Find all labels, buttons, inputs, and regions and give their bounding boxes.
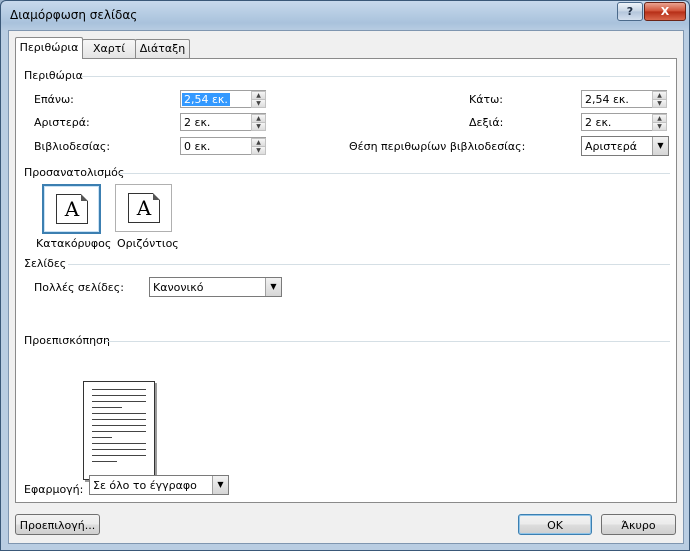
left-margin-value[interactable]: 2 εκ. xyxy=(184,116,210,129)
separator xyxy=(82,76,670,77)
apply-to-value: Σε όλο το έγγραφο xyxy=(93,479,197,492)
chevron-down-icon[interactable]: ▼ xyxy=(265,278,281,296)
dialog-client: Περιθώρια Χαρτί Διάταξη Περιθώρια Επάνω:… xyxy=(8,30,684,544)
spin-down-icon[interactable]: ▼ xyxy=(251,122,266,131)
multiple-pages-select[interactable]: Κανονικό ▼ xyxy=(149,277,282,297)
portrait-label: Κατακόρυφος xyxy=(36,237,112,250)
bottom-margin-label: Κάτω: xyxy=(469,93,504,106)
portrait-page-icon: A xyxy=(56,194,88,224)
chevron-down-icon[interactable]: ▼ xyxy=(212,476,228,494)
multiple-pages-value: Κανονικό xyxy=(153,281,204,294)
gutter-position-select[interactable]: Αριστερά ▼ xyxy=(581,136,669,156)
top-margin-label: Επάνω: xyxy=(34,93,74,106)
gutter-position-value: Αριστερά xyxy=(585,140,638,153)
bottom-margin-value[interactable]: 2,54 εκ. xyxy=(585,93,629,106)
spin-down-icon[interactable]: ▼ xyxy=(652,122,667,131)
left-margin-label: Αριστερά: xyxy=(34,116,90,129)
spin-down-icon[interactable]: ▼ xyxy=(251,99,266,108)
gutter-value[interactable]: 0 εκ. xyxy=(184,140,210,153)
window-title: Διαμόρφωση σελίδας xyxy=(10,8,138,22)
portrait-button[interactable]: A xyxy=(42,184,101,234)
spin-down-icon[interactable]: ▼ xyxy=(652,99,667,108)
top-margin-value[interactable]: 2,54 εκ. xyxy=(182,93,230,106)
orientation-group-label: Προσανατολισμός xyxy=(24,166,125,179)
gutter-position-label: Θέση περιθωρίων βιβλιοδεσίας: xyxy=(349,140,526,153)
tab-margins[interactable]: Περιθώρια xyxy=(15,37,83,59)
close-button[interactable]: X xyxy=(644,2,686,21)
right-margin-value[interactable]: 2 εκ. xyxy=(585,116,611,129)
preview-group-label: Προεπισκόπηση xyxy=(24,334,110,347)
top-margin-spinner[interactable]: 2,54 εκ. ▲ ▼ xyxy=(180,90,266,108)
left-margin-spinner[interactable]: 2 εκ. ▲ ▼ xyxy=(180,113,266,131)
separator xyxy=(68,264,670,265)
apply-to-label: Εφαρμογή: xyxy=(24,483,84,496)
chevron-down-icon[interactable]: ▼ xyxy=(652,137,668,155)
preview-page xyxy=(83,381,155,480)
spin-down-icon[interactable]: ▼ xyxy=(251,146,266,155)
landscape-button[interactable]: A xyxy=(115,184,172,232)
landscape-page-icon: A xyxy=(128,193,160,223)
margins-panel: Περιθώρια Επάνω: 2,54 εκ. ▲ ▼ Κάτω: 2,54 … xyxy=(15,58,677,503)
page-setup-dialog: Διαμόρφωση σελίδας ? X Περιθώρια Χαρτί Δ… xyxy=(0,0,690,551)
tab-layout[interactable]: Διάταξη xyxy=(135,39,190,58)
pages-group-label: Σελίδες xyxy=(24,257,67,270)
separator xyxy=(119,173,670,174)
gutter-spinner[interactable]: 0 εκ. ▲ ▼ xyxy=(180,137,266,155)
set-default-button[interactable]: Προεπιλογή... xyxy=(15,514,100,535)
gutter-label: Βιβλιοδεσίας: xyxy=(34,140,111,153)
separator xyxy=(105,341,670,342)
title-bar[interactable]: Διαμόρφωση σελίδας ? X xyxy=(1,1,689,29)
ok-button[interactable]: OK xyxy=(518,514,592,535)
margins-group-label: Περιθώρια xyxy=(24,69,83,82)
apply-to-select[interactable]: Σε όλο το έγγραφο ▼ xyxy=(89,475,229,495)
multiple-pages-label: Πολλές σελίδες: xyxy=(34,281,124,294)
bottom-margin-spinner[interactable]: 2,54 εκ. ▲ ▼ xyxy=(581,90,667,108)
right-margin-label: Δεξιά: xyxy=(469,116,504,129)
help-button[interactable]: ? xyxy=(617,2,643,21)
tab-paper[interactable]: Χαρτί xyxy=(82,39,136,58)
landscape-label: Οριζόντιος xyxy=(117,237,179,250)
cancel-button[interactable]: Άκυρο xyxy=(601,514,676,535)
right-margin-spinner[interactable]: 2 εκ. ▲ ▼ xyxy=(581,113,667,131)
